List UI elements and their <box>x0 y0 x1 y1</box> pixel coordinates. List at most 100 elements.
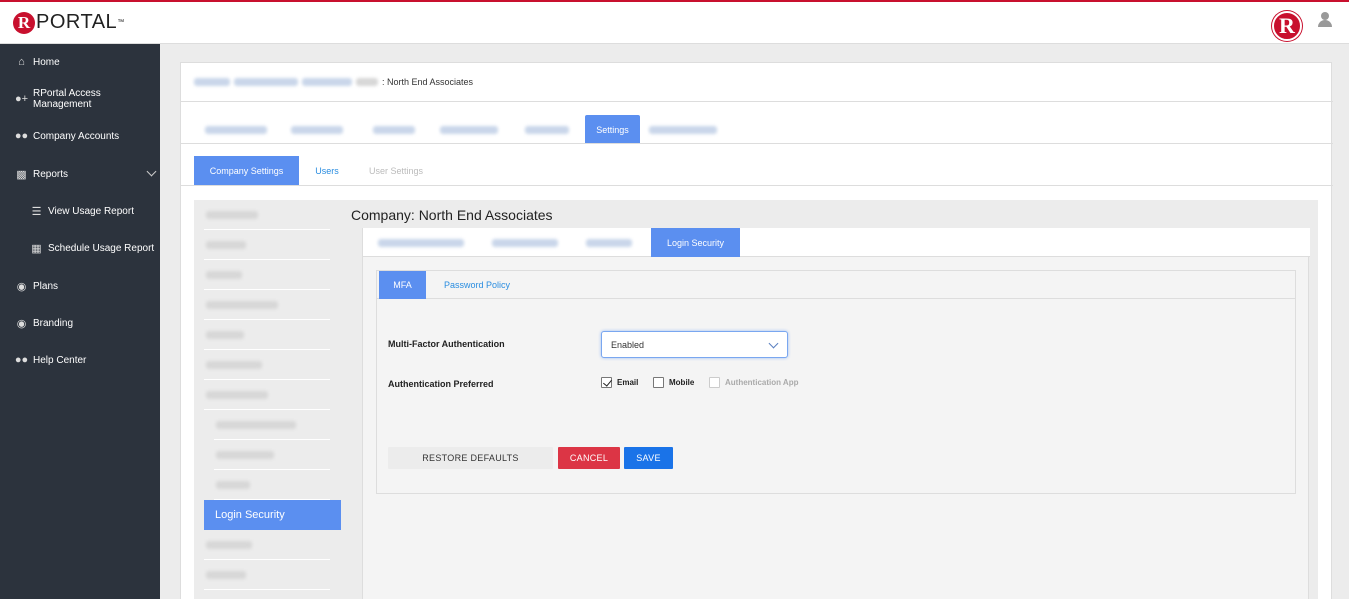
breadcrumb: : North End Associates <box>194 77 473 87</box>
sidebar-item-access-management[interactable]: ●+ RPortal Access Management <box>0 88 160 110</box>
tab-redacted[interactable] <box>438 115 504 144</box>
checkbox-icon <box>709 377 720 388</box>
sidebar-item-company-accounts[interactable]: ●● Company Accounts <box>0 125 160 147</box>
brand-badge: R <box>1272 11 1302 41</box>
tab-redacted[interactable] <box>375 228 470 257</box>
rportal-logo[interactable]: R PORTAL ™ <box>13 11 124 34</box>
menu-item-login-security[interactable]: Login Security <box>204 500 341 530</box>
breadcrumb-redacted <box>356 78 378 86</box>
sidebar-item-label: Plans <box>33 280 59 292</box>
menu-item-redacted[interactable] <box>204 380 330 410</box>
menu-item-redacted[interactable] <box>214 440 330 470</box>
sidebar-item-label: Reports <box>33 168 69 180</box>
sidebar-item-label: Company Accounts <box>33 130 120 142</box>
mobile-checkbox-label: Mobile <box>669 378 695 387</box>
sidebar-item-help-center[interactable]: ●● Help Center <box>0 349 160 371</box>
save-button[interactable]: SAVE <box>624 447 673 469</box>
mobile-checkbox[interactable]: Mobile <box>653 377 694 388</box>
mfa-select[interactable]: Enabled <box>601 331 788 358</box>
menu-item-redacted[interactable] <box>204 560 330 590</box>
users-icon: ●● <box>14 354 29 366</box>
tab-redacted[interactable] <box>203 115 273 144</box>
mfa-label: Multi-Factor Authentication <box>388 339 505 349</box>
breadcrumb-redacted[interactable] <box>234 78 298 86</box>
menu-item-redacted[interactable] <box>204 230 330 260</box>
menu-item-redacted[interactable] <box>204 320 330 350</box>
sidebar-item-reports[interactable]: ▩ Reports <box>0 163 160 185</box>
main-area: : North End Associates Settings Company … <box>160 44 1349 599</box>
menu-item-redacted[interactable] <box>204 350 330 380</box>
email-checkbox[interactable]: Email <box>601 377 638 388</box>
tab-redacted[interactable] <box>289 115 349 144</box>
sidebar-item-label: Branding <box>33 317 74 329</box>
cancel-button[interactable]: CANCEL <box>558 447 620 469</box>
menu-item-redacted[interactable] <box>204 530 330 560</box>
calendar-icon: ▦ <box>31 242 42 255</box>
sidebar-item-label: Home <box>33 56 60 68</box>
mfa-select-value: Enabled <box>611 339 645 350</box>
sidebar-item-home[interactable]: ⌂ Home <box>0 51 160 73</box>
tab-login-security[interactable]: Login Security <box>651 228 740 257</box>
sidebar-item-label: Help Center <box>33 354 87 366</box>
menu-item-redacted[interactable] <box>204 260 330 290</box>
tab-mfa[interactable]: MFA <box>379 271 426 299</box>
main-panel: : North End Associates Settings Company … <box>180 62 1333 599</box>
company-tabs: Login Security <box>363 228 1310 257</box>
user-plus-icon: ●+ <box>14 93 29 105</box>
logo-trademark: ™ <box>117 19 125 26</box>
sidebar-item-label: Schedule Usage Report <box>48 242 155 254</box>
settings-menu: Login Security <box>194 200 341 599</box>
logo-text: PORTAL <box>36 11 118 33</box>
tab-redacted[interactable] <box>583 228 638 257</box>
menu-item-redacted[interactable] <box>214 410 330 440</box>
sidebar: ⌂ Home ●+ RPortal Access Management ●● C… <box>0 44 160 599</box>
top-bar: R PORTAL ™ R <box>0 0 1349 44</box>
list-icon: ☰ <box>31 205 42 218</box>
breadcrumb-redacted[interactable] <box>194 78 230 86</box>
tab-redacted[interactable] <box>371 115 421 144</box>
authentication-app-label: Authentication App <box>725 378 799 387</box>
menu-item-redacted[interactable] <box>214 470 330 500</box>
sidebar-item-label: RPortal Access Management <box>33 88 101 110</box>
chevron-down-icon <box>146 166 157 177</box>
checkbox-icon <box>653 377 664 388</box>
life-ring-icon: ◉ <box>16 280 27 293</box>
chevron-down-icon <box>768 338 779 349</box>
restore-defaults-button[interactable]: RESTORE DEFAULTS <box>388 447 553 469</box>
breadcrumb-current: : North End Associates <box>382 77 474 87</box>
menu-item-redacted[interactable] <box>204 290 330 320</box>
sidebar-item-view-usage-report[interactable]: ☰ View Usage Report <box>0 200 160 222</box>
menu-item-redacted[interactable] <box>204 200 330 230</box>
breadcrumb-redacted[interactable] <box>302 78 352 86</box>
life-ring-icon: ◉ <box>16 317 27 330</box>
divider <box>181 185 1333 186</box>
tab-redacted[interactable] <box>489 228 564 257</box>
divider <box>181 101 1333 102</box>
login-security-panel: Login Security MFA Password Policy Multi… <box>362 228 1310 599</box>
tab-settings[interactable]: Settings <box>585 115 640 144</box>
content-area: Company: North End Associates Login Secu… <box>341 200 1318 599</box>
divider <box>181 143 1333 144</box>
checkbox-checked-icon <box>601 377 612 388</box>
mfa-box: MFA Password Policy Multi-Factor Authent… <box>376 270 1296 494</box>
bar-chart-icon: ▩ <box>16 168 27 181</box>
sidebar-item-plans[interactable]: ◉ Plans <box>0 275 160 297</box>
auth-preferred-label: Authentication Preferred <box>388 379 494 389</box>
email-checkbox-label: Email <box>617 378 639 387</box>
tab-password-policy[interactable]: Password Policy <box>437 271 517 299</box>
user-icon[interactable] <box>1318 12 1332 28</box>
tab-redacted[interactable] <box>523 115 575 144</box>
page-title: Company: North End Associates <box>351 207 553 223</box>
users-icon: ●● <box>14 130 29 142</box>
sidebar-item-label: View Usage Report <box>48 205 134 217</box>
home-icon: ⌂ <box>18 56 25 68</box>
sidebar-item-schedule-usage-report[interactable]: ▦ Schedule Usage Report <box>0 237 160 259</box>
tab-company-settings[interactable]: Company Settings <box>194 156 299 185</box>
authentication-app-checkbox: Authentication App <box>709 377 798 388</box>
logo-r-badge: R <box>13 11 35 34</box>
tab-user-settings: User Settings <box>368 165 424 176</box>
sidebar-item-branding[interactable]: ◉ Branding <box>0 312 160 334</box>
tab-users[interactable]: Users <box>306 156 348 185</box>
mfa-tabs: MFA Password Policy <box>377 271 1295 299</box>
tab-redacted[interactable] <box>647 115 723 144</box>
